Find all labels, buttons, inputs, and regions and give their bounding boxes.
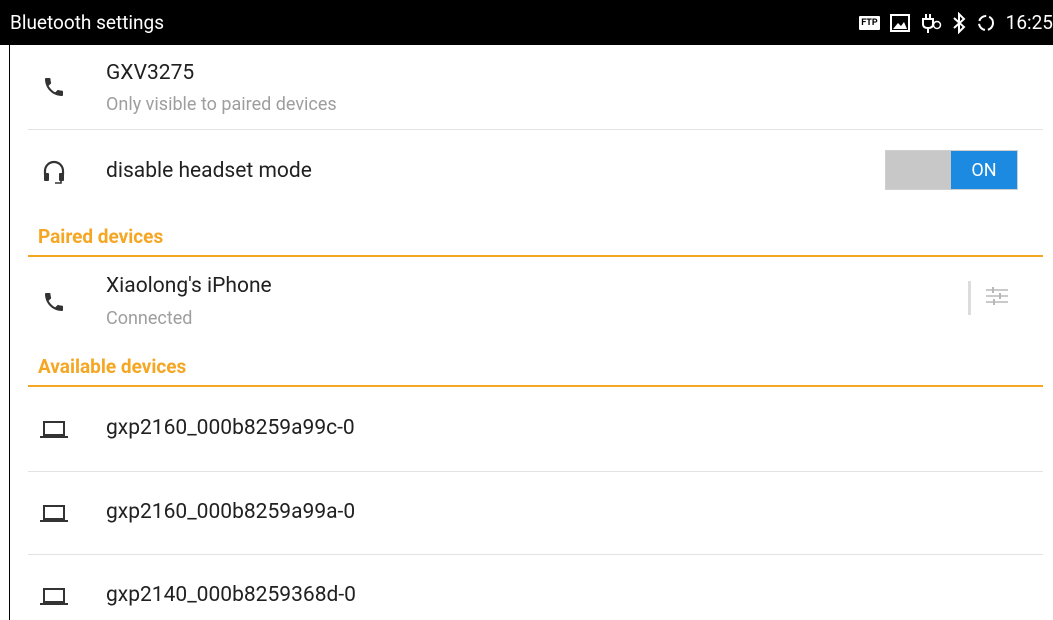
available-device-name: gxp2140_000b8259368d-0 [106, 583, 356, 607]
section-divider [28, 385, 1043, 387]
available-devices-header: Available devices [38, 355, 187, 378]
page-title: Bluetooth settings [10, 11, 165, 34]
clock: 16:25 [1005, 11, 1053, 34]
device-settings-button[interactable] [968, 278, 1020, 318]
status-bar: Bluetooth settings FTP 16:25 [0, 0, 1053, 45]
available-device-row[interactable]: gxp2160_000b8259a99c-0 [10, 388, 1053, 471]
divider [968, 281, 971, 315]
headset-mode-toggle[interactable]: ON [885, 150, 1018, 190]
paired-device-row[interactable]: Xiaolong's iPhone Connected [10, 258, 1053, 353]
bluetooth-settings-screen: Bluetooth settings FTP 16:25 GXV3275 Onl… [0, 0, 1053, 620]
sync-icon [976, 13, 996, 33]
settings-list: GXV3275 Only visible to paired devices d… [10, 45, 1053, 620]
available-device-name: gxp2160_000b8259a99a-0 [106, 500, 356, 524]
toggle-on-label: ON [951, 151, 1017, 189]
device-visibility: Only visible to paired devices [106, 94, 337, 115]
headset-icon [38, 156, 70, 188]
paired-devices-header: Paired devices [38, 225, 164, 248]
status-icons: FTP 16:25 [849, 0, 1053, 45]
usb-debug-icon [920, 12, 942, 34]
laptop-icon [38, 497, 70, 529]
laptop-icon [38, 580, 70, 612]
laptop-icon [38, 413, 70, 445]
local-device-row[interactable]: GXV3275 Only visible to paired devices [10, 45, 1053, 129]
paired-device-name: Xiaolong's iPhone [106, 274, 272, 298]
headset-mode-row[interactable]: disable headset mode ON [10, 130, 1053, 214]
available-device-row[interactable]: gxp2160_000b8259a99a-0 [10, 472, 1053, 554]
image-icon [889, 13, 910, 32]
toggle-off-segment [886, 151, 951, 189]
device-name: GXV3275 [106, 61, 195, 85]
section-divider [28, 255, 1043, 257]
phone-icon [38, 286, 70, 318]
bluetooth-icon [952, 11, 966, 34]
available-device-name: gxp2160_000b8259a99c-0 [106, 416, 355, 440]
phone-icon [38, 71, 70, 103]
headset-mode-label: disable headset mode [106, 159, 312, 183]
paired-device-status: Connected [106, 308, 193, 329]
ftp-icon: FTP [859, 15, 880, 30]
tune-icon [985, 285, 1009, 311]
available-device-row[interactable]: gxp2140_000b8259368d-0 [10, 555, 1053, 620]
